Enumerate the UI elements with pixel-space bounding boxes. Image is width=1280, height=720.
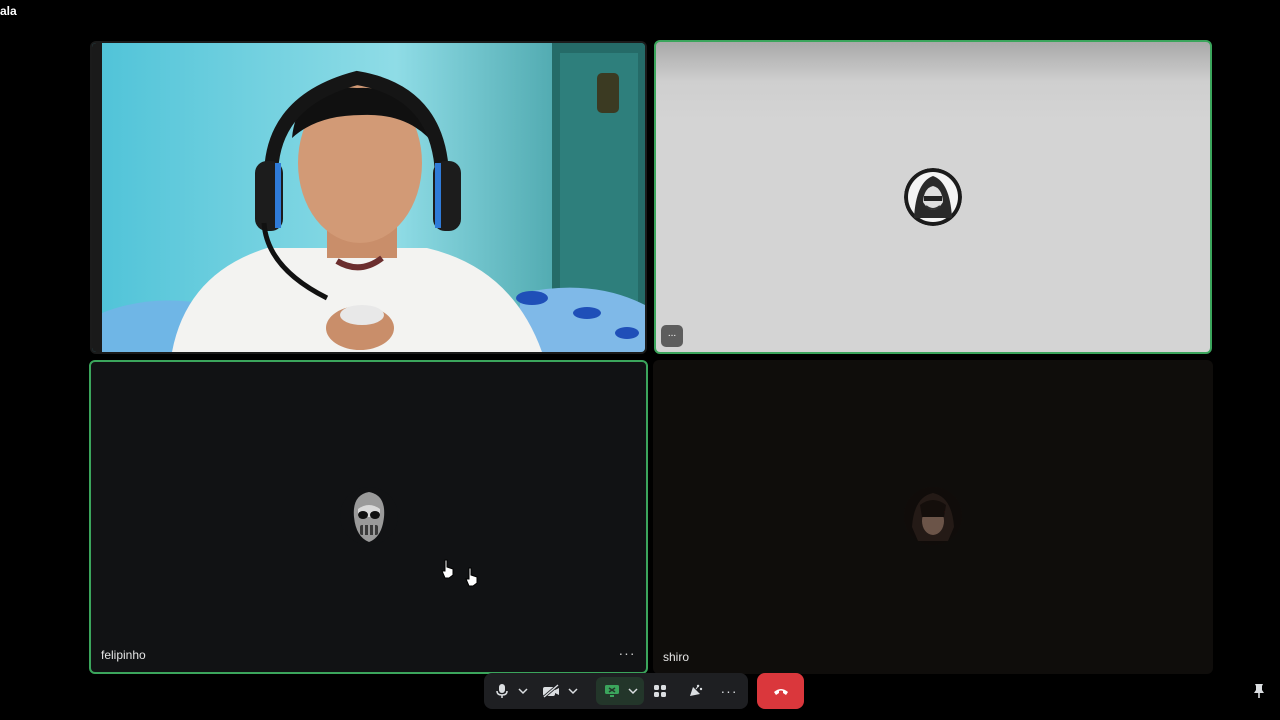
participant-tile-shiro[interactable]: shiro: [653, 360, 1213, 674]
microphone-icon: [496, 684, 508, 698]
more-options-button[interactable]: ···: [718, 677, 740, 705]
participant-avatar: [904, 487, 962, 545]
hooded-figure-icon: [904, 168, 962, 226]
participant-name: felipinho: [101, 648, 146, 662]
mute-button[interactable]: [492, 677, 512, 705]
screen-share-icon: [605, 685, 619, 697]
screen-share-options-dropdown[interactable]: [626, 677, 640, 705]
more-options-button[interactable]: ···: [616, 646, 638, 664]
dark-character-icon: [904, 487, 962, 545]
participant-name: shiro: [663, 650, 690, 664]
call-controls-toolbar: ···: [484, 673, 748, 709]
hang-up-icon: [773, 689, 788, 695]
pointer-cursor-icon: [441, 559, 454, 579]
pin-icon[interactable]: [1251, 683, 1267, 699]
pointer-cursor-icon: [465, 567, 478, 587]
screen-share-button[interactable]: [602, 677, 622, 705]
activities-button[interactable]: [650, 677, 670, 705]
participant-avatar: [340, 487, 398, 545]
chevron-down-icon: [628, 688, 638, 695]
chevron-down-icon: [568, 688, 578, 695]
leave-call-button[interactable]: [757, 673, 804, 709]
participant-tile-hooded[interactable]: ...: [654, 40, 1212, 354]
audio-options-dropdown[interactable]: [516, 677, 530, 705]
video-options-dropdown[interactable]: [566, 677, 580, 705]
camera-toggle-button[interactable]: [540, 677, 562, 705]
activities-icon: [654, 685, 666, 697]
chevron-down-icon: [518, 688, 528, 695]
soundboard-button[interactable]: [684, 677, 706, 705]
video-tile-camera[interactable]: [90, 41, 647, 354]
screen-share-group: [596, 677, 644, 705]
camera-off-icon: [543, 684, 559, 698]
webcam-video-frame: [92, 43, 645, 352]
metal-mask-icon: [353, 492, 385, 542]
participant-tile-felipinho[interactable]: felipinho ···: [89, 360, 648, 674]
status-chip: ...: [661, 325, 683, 347]
soundboard-icon: [690, 684, 703, 696]
participant-avatar: [904, 168, 962, 226]
room-title: ala: [0, 4, 17, 18]
